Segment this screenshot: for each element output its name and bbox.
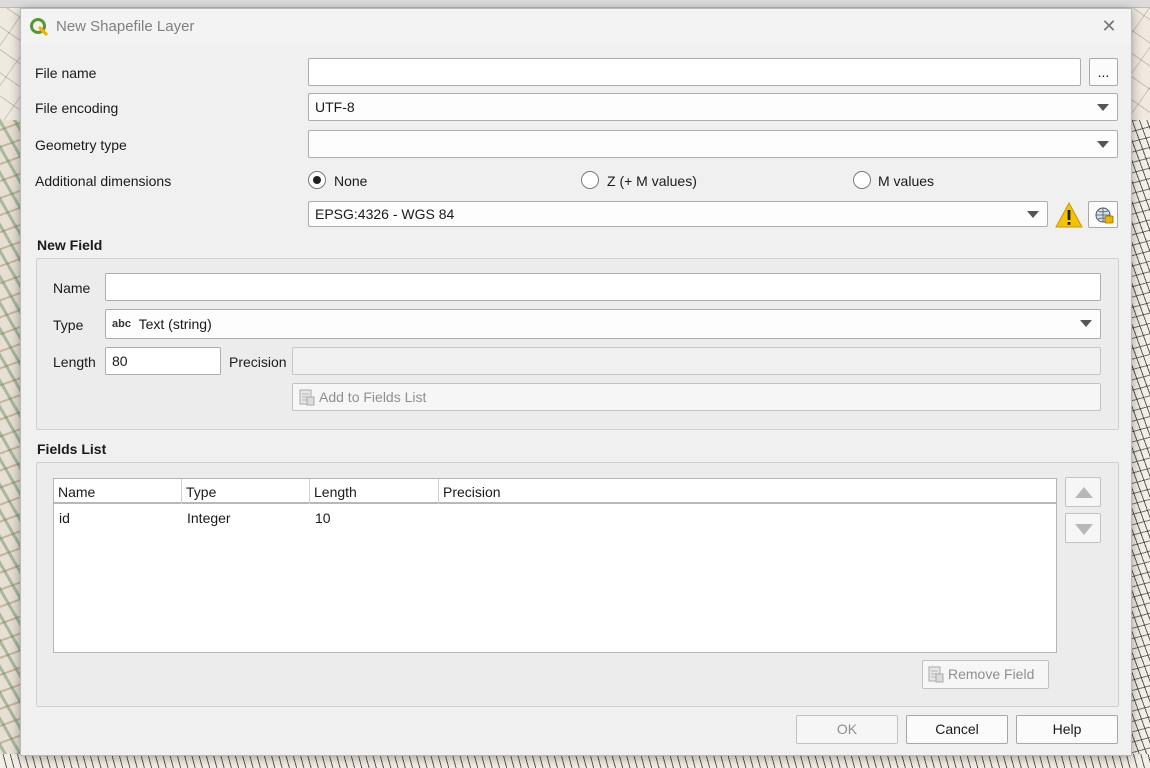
- browse-button[interactable]: ...: [1089, 58, 1118, 86]
- crs-value: EPSG:4326 - WGS 84: [315, 206, 455, 222]
- add-to-fields-list-label: Add to Fields List: [319, 389, 427, 405]
- file-name-label: File name: [35, 65, 97, 81]
- remove-field-icon: [928, 665, 944, 683]
- file-encoding-select[interactable]: UTF-8: [308, 93, 1118, 121]
- additional-dimensions-label: Additional dimensions: [35, 173, 172, 189]
- file-encoding-label: File encoding: [35, 100, 119, 116]
- fields-table[interactable]: Name Type Length Precision id Integer 10: [53, 478, 1057, 653]
- file-name-input[interactable]: [308, 58, 1081, 86]
- column-header-type[interactable]: Type: [182, 479, 310, 504]
- radio-m-values-label: M values: [878, 173, 935, 189]
- column-header-precision[interactable]: Precision: [439, 479, 1056, 504]
- text-type-icon: abc: [112, 318, 131, 330]
- cell-name: id: [59, 510, 70, 526]
- chevron-down-icon: [1027, 211, 1039, 218]
- field-length-label: Length: [53, 354, 96, 370]
- globe-crs-icon: [1094, 206, 1114, 232]
- field-precision-label: Precision: [229, 354, 287, 370]
- new-shapefile-dialog: New Shapefile Layer ✕ File name ... File…: [20, 8, 1132, 756]
- chevron-down-icon: [1080, 320, 1092, 327]
- radio-m-values[interactable]: [853, 171, 871, 189]
- file-encoding-value: UTF-8: [315, 99, 355, 115]
- move-down-button[interactable]: [1065, 513, 1101, 543]
- radio-none-label: None: [334, 173, 368, 189]
- remove-field-label: Remove Field: [948, 666, 1035, 682]
- move-up-button[interactable]: [1065, 477, 1101, 507]
- map-strip-left: [0, 120, 22, 768]
- column-header-length[interactable]: Length: [310, 479, 439, 504]
- field-length-input[interactable]: 80: [105, 347, 221, 375]
- new-field-section-title: New Field: [37, 237, 103, 253]
- cancel-button[interactable]: Cancel: [906, 715, 1008, 744]
- radio-z-m-values[interactable]: [581, 171, 599, 189]
- chevron-down-icon: [1097, 104, 1109, 111]
- radio-none[interactable]: [308, 171, 326, 189]
- add-field-icon: [299, 388, 315, 406]
- field-name-label: Name: [53, 280, 91, 296]
- cell-type: Integer: [187, 510, 231, 526]
- new-field-group: Name Type abc Text (string) Length 80 Pr…: [36, 258, 1119, 430]
- table-row[interactable]: id Integer 10: [54, 506, 1056, 530]
- qgis-logo-icon: [29, 17, 49, 37]
- help-button[interactable]: Help: [1016, 715, 1118, 744]
- dialog-titlebar: New Shapefile Layer ✕: [21, 9, 1131, 45]
- fields-list-group: Name Type Length Precision id Integer 10: [36, 462, 1119, 707]
- close-button[interactable]: ✕: [1099, 15, 1119, 37]
- map-strip-bottom: [0, 754, 1150, 768]
- warning-icon: [1054, 201, 1084, 229]
- ok-button[interactable]: OK: [796, 715, 898, 744]
- cell-precision: [439, 506, 639, 530]
- add-to-fields-list-button[interactable]: Add to Fields List: [292, 383, 1101, 411]
- fields-table-header: Name Type Length Precision: [54, 479, 1056, 504]
- crs-select[interactable]: EPSG:4326 - WGS 84: [308, 201, 1048, 227]
- geometry-type-select[interactable]: [308, 130, 1118, 158]
- field-type-value: Text (string): [138, 316, 212, 332]
- arrow-down-icon: [1075, 524, 1093, 535]
- column-header-name[interactable]: Name: [54, 479, 182, 504]
- map-strip-right: [1130, 120, 1150, 768]
- app-toolbar-background: [0, 0, 1150, 8]
- chevron-down-icon: [1097, 141, 1109, 148]
- cell-length: 10: [315, 510, 331, 526]
- field-type-label: Type: [53, 317, 84, 333]
- field-type-select[interactable]: abc Text (string): [105, 309, 1101, 339]
- field-name-input[interactable]: [105, 273, 1101, 301]
- dialog-title: New Shapefile Layer: [56, 18, 195, 35]
- select-crs-button[interactable]: [1088, 201, 1118, 228]
- field-precision-input[interactable]: [292, 347, 1101, 375]
- geometry-type-label: Geometry type: [35, 137, 127, 153]
- arrow-up-icon: [1075, 487, 1093, 498]
- fields-list-section-title: Fields List: [37, 441, 107, 457]
- radio-z-m-values-label: Z (+ M values): [607, 173, 697, 189]
- remove-field-button[interactable]: Remove Field: [922, 660, 1049, 689]
